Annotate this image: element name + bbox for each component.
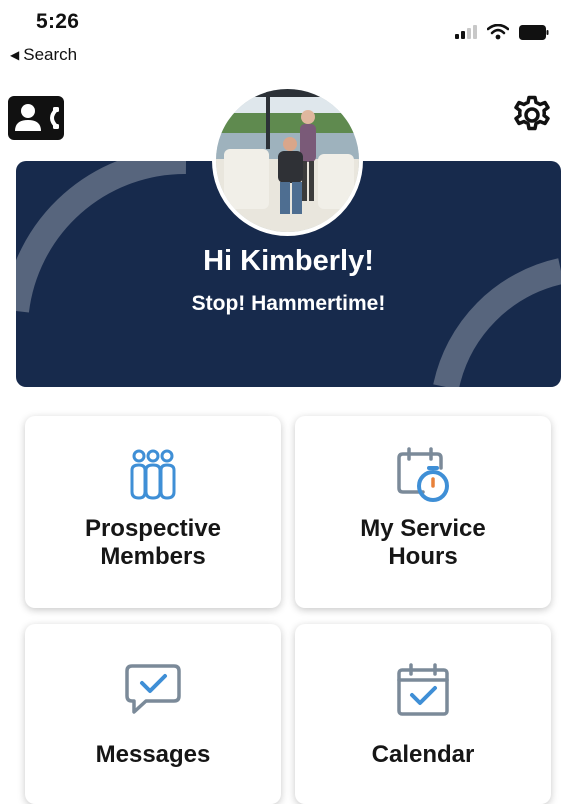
- settings-button[interactable]: [511, 94, 553, 136]
- cellular-signal-icon: [455, 25, 477, 39]
- messages-label: Messages: [95, 741, 211, 768]
- messages-tile[interactable]: Messages: [25, 624, 281, 804]
- status-time: 5:26: [36, 10, 80, 33]
- wifi-icon: [487, 24, 509, 40]
- contacts-icon: [8, 96, 64, 140]
- calendar-stopwatch-icon: [397, 447, 449, 502]
- prospective-members-label-line1: Prospective: [84, 515, 222, 542]
- my-service-hours-label-line1: My Service: [360, 515, 486, 542]
- contacts-button[interactable]: [8, 96, 64, 140]
- calendar-check-icon: [397, 663, 449, 716]
- message-check-icon: [125, 664, 181, 714]
- profile-photo: [216, 89, 359, 232]
- people-icon: [130, 449, 176, 500]
- calendar-label: Calendar: [371, 741, 475, 768]
- battery-icon: [519, 24, 549, 40]
- profile-avatar[interactable]: [212, 85, 363, 236]
- gear-icon: [514, 95, 550, 131]
- my-service-hours-label-line2: Hours: [388, 543, 458, 570]
- status-icons: [455, 24, 549, 40]
- greeting-title: Hi Kimberly!: [203, 245, 374, 277]
- prospective-members-label-line2: Members: [100, 543, 206, 570]
- calendar-tile[interactable]: Calendar: [295, 624, 551, 804]
- prospective-members-tile[interactable]: Prospective Members: [25, 416, 281, 608]
- my-service-hours-tile[interactable]: My Service Hours: [295, 416, 551, 608]
- back-to-search-link[interactable]: ◀ Search: [10, 45, 77, 65]
- back-triangle-icon: ◀: [10, 48, 20, 62]
- greeting-subtitle: Stop! Hammertime!: [191, 292, 386, 315]
- back-label: Search: [23, 45, 78, 64]
